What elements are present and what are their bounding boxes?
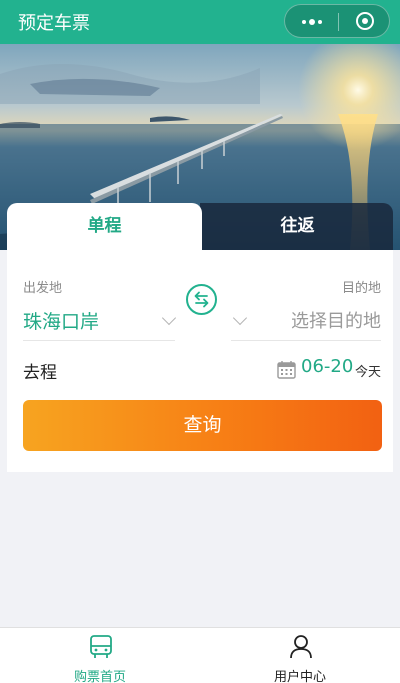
departure-date[interactable]: 06-20 (301, 356, 353, 377)
tabbar-item-user-center[interactable]: 用户中心 (200, 628, 400, 683)
query-button[interactable]: 查询 (23, 400, 382, 451)
user-icon (290, 635, 312, 659)
destination-label: 目的地 (341, 281, 381, 296)
date-day-label: 今天 (354, 365, 381, 380)
tabbar-label-home: 购票首页 (73, 670, 126, 683)
bottom-tab-bar: 购票首页 用户中心 (0, 627, 400, 683)
destination-underline (231, 340, 381, 341)
target-circle-icon[interactable] (339, 5, 390, 37)
tabbar-label-user: 用户中心 (273, 670, 326, 683)
mini-program-capsule (284, 4, 390, 38)
chevron-down-icon[interactable] (161, 310, 177, 326)
destination-select[interactable]: 选择目的地 (291, 307, 381, 333)
swap-direction-icon[interactable] (186, 284, 217, 315)
departure-label: 出发地 (23, 281, 63, 296)
top-bar: 预定车票 (0, 0, 400, 44)
more-dots-icon[interactable] (285, 5, 338, 37)
chevron-down-icon[interactable] (232, 310, 248, 326)
departure-underline (23, 340, 175, 341)
departure-select[interactable]: 珠海口岸 (23, 307, 99, 334)
tab-round-trip[interactable]: 往返 (202, 203, 393, 250)
calendar-icon[interactable] (277, 360, 296, 379)
tab-one-way[interactable]: 单程 (7, 203, 202, 250)
departure-trip-label: 去程 (23, 363, 57, 383)
bus-icon (90, 635, 112, 658)
tabbar-item-ticket-home[interactable]: 购票首页 (0, 628, 200, 683)
search-card: 出发地 目的地 珠海口岸 选择目的地 去程 06-20 今天 查询 (7, 250, 393, 472)
page-title: 预定车票 (18, 13, 90, 34)
